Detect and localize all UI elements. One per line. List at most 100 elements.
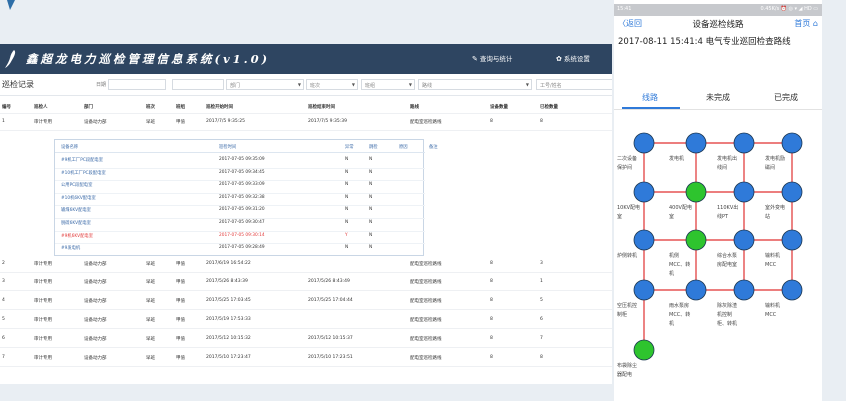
table-header-cell: 编号 — [2, 105, 11, 110]
table-cell: 配电室巡检路线 — [410, 337, 442, 342]
stats-menu-link[interactable]: ✎ 查询与统计 — [472, 53, 512, 63]
detail-inspect-time: 2017-07-05 09:32:38 — [219, 194, 265, 200]
detail-device-name[interactable]: 公用PC段配电室 — [61, 182, 92, 188]
table-cell: 7 — [2, 355, 5, 360]
table-cell: 配电室巡检路线 — [410, 318, 442, 323]
route-node[interactable] — [781, 229, 803, 251]
dept-select[interactable]: 部门 ▼ — [226, 79, 304, 90]
table-cell: 审计专用 — [34, 356, 52, 361]
route-node[interactable] — [633, 339, 655, 361]
route-node[interactable] — [685, 279, 707, 301]
route-select-placeholder: 路线 — [422, 83, 433, 89]
table-cell: 甲值 — [176, 356, 185, 361]
route-node-label: 布袋除尘器配电 — [617, 363, 638, 378]
shift-select-placeholder: 班次 — [310, 83, 321, 89]
detail-row[interactable]: #10机工厂PC段配电室 2017-07-05 09:34:45 N N — [55, 169, 425, 180]
screenshot-root: 鑫超龙电力巡检管理信息系统(v1.0) ✎ 查询与统计 ✿ 系统设置 巡检记录 日期… — [0, 0, 846, 401]
detail-device-name[interactable]: 脱硫6KV配电室 — [61, 220, 91, 226]
wrench-icon: ✎ — [472, 55, 478, 63]
detail-row[interactable]: 脱硫6KV配电室 2017-07-05 09:30:47 N N — [55, 219, 425, 230]
detail-skip-flag: N — [369, 232, 373, 238]
route-node[interactable] — [781, 279, 803, 301]
route-node[interactable] — [633, 279, 655, 301]
team-select[interactable]: 班组 ▼ — [361, 79, 415, 90]
detail-device-name[interactable]: 输煤6KV配电室 — [61, 207, 91, 213]
table-cell: 设备动力部 — [84, 280, 107, 285]
route-node[interactable] — [781, 132, 803, 154]
date-start-input[interactable] — [108, 79, 166, 90]
home-icon: ⌂ — [812, 19, 818, 28]
detail-row[interactable]: #9发电机 2017-07-05 09:28:49 N N — [55, 244, 425, 255]
table-row[interactable]: 5 审计专用 设备动力部 早班 甲值 2017/5/19 17:53:33 配电室巡检路线 8… — [0, 314, 612, 326]
table-cell: 配电室巡检路线 — [410, 262, 442, 267]
table-cell: 设备动力部 — [84, 299, 107, 304]
stats-menu-label: 查询与统计 — [479, 55, 513, 63]
date-filter-label: 日期 — [96, 82, 107, 88]
route-node[interactable] — [633, 181, 655, 203]
home-button[interactable]: 首页 ⌂ — [794, 18, 818, 29]
table-cell: 5 — [540, 298, 543, 303]
route-node[interactable] — [733, 132, 755, 154]
table-cell: 甲值 — [176, 337, 185, 342]
table-cell: 甲值 — [176, 262, 185, 267]
table-row[interactable]: 3 审计专用 设备动力部 早班 甲值 2017/5/26 8:43:39 2017/5/26… — [0, 276, 612, 288]
settings-menu-link[interactable]: ✿ 系统设置 — [556, 53, 590, 63]
detail-device-name[interactable]: #9发电机 — [61, 245, 80, 251]
route-node[interactable] — [733, 181, 755, 203]
detail-skip-flag: N — [369, 220, 373, 225]
route-node-label: 室外变电站 — [765, 205, 786, 220]
table-cell: 甲值 — [176, 280, 185, 285]
table-row[interactable]: 4 审计专用 设备动力部 早班 甲值 2017/5/25 17:03:45 2017/5/2… — [0, 295, 612, 307]
table-header-cell: 班次 — [146, 105, 155, 110]
detail-abnormal-flag: Y — [345, 232, 348, 238]
detail-row[interactable]: 输煤6KV配电室 2017-07-05 09:31:20 N N — [55, 206, 425, 217]
phone-tab[interactable]: 未完成 — [706, 92, 730, 103]
detail-skip-flag: N — [369, 157, 373, 162]
route-node-label: 110KV出线PT — [717, 205, 739, 220]
route-node[interactable] — [781, 181, 803, 203]
table-cell: 甲值 — [176, 120, 185, 125]
route-select[interactable]: 路线 ▼ — [418, 79, 532, 90]
phone-screen: 15:41 0.45K/s ⏰ ◎ ▾ ◢ HD ▭ 设备巡检线路 〈返回 首页… — [614, 0, 822, 401]
route-node[interactable] — [733, 279, 755, 301]
detail-header-cell: 设备名称 — [61, 145, 79, 150]
detail-abnormal-flag: N — [345, 245, 349, 251]
route-node[interactable] — [685, 229, 707, 251]
detail-row[interactable]: #9机工厂PC段配电室 2017-07-05 09:35:09 N N — [55, 156, 425, 167]
phone-tab[interactable]: 已完成 — [774, 92, 798, 103]
phone-tab[interactable]: 线路 — [642, 92, 658, 103]
table-header-cell: 班组 — [176, 105, 185, 110]
table-header-cell: 部门 — [84, 105, 93, 110]
route-node[interactable] — [685, 132, 707, 154]
worker-search-input[interactable]: 工号/姓名 — [536, 79, 612, 90]
table-cell: 配电室巡检路线 — [410, 299, 442, 304]
table-header-cell: 巡检开始时间 — [206, 105, 233, 110]
team-select-placeholder: 班组 — [365, 83, 376, 89]
detail-device-name[interactable]: #9机6KV配电室 — [61, 233, 93, 239]
table-header-cell: 巡检结束时间 — [308, 105, 335, 110]
table-cell: 2017/7/5 9:35:25 — [206, 119, 245, 124]
detail-device-name[interactable]: #10机工厂PC段配电室 — [61, 170, 106, 176]
table-row[interactable]: 6 审计专用 设备动力部 早班 甲值 2017/5/12 10:15:32 2017/5/1… — [0, 333, 612, 345]
date-end-input[interactable] — [172, 79, 224, 90]
table-header-cell: 路线 — [410, 105, 419, 110]
back-button[interactable]: 〈返回 — [618, 18, 642, 29]
detail-row[interactable]: 公用PC段配电室 2017-07-05 09:33:09 N N — [55, 181, 425, 192]
route-node[interactable] — [633, 229, 655, 251]
table-row[interactable]: 2 审计专用 设备动力部 早班 甲值 2017/6/19 16:54:22 配电室巡检路线 8… — [0, 258, 612, 270]
shift-select[interactable]: 班次 ▼ — [306, 79, 358, 90]
route-node[interactable] — [733, 229, 755, 251]
detail-inspect-time: 2017-07-05 09:30:14 — [219, 232, 265, 238]
route-node[interactable] — [685, 181, 707, 203]
table-row[interactable]: 1 审计专用 设备动力部 早班 甲值 2017/7/5 9:35:25 2017/7/5 9… — [0, 116, 612, 128]
route-node[interactable] — [633, 132, 655, 154]
detail-row[interactable]: #10机6KV配电室 2017-07-05 09:32:38 N N — [55, 194, 425, 205]
chevron-down-icon: ▼ — [525, 82, 529, 87]
table-row[interactable]: 7 审计专用 设备动力部 早班 甲值 2017/5/10 17:23:47 2017/5/1… — [0, 352, 612, 364]
table-cell: 6 — [2, 336, 5, 341]
table-cell: 2017/7/5 9:35:39 — [308, 119, 347, 124]
detail-device-name[interactable]: #9机工厂PC段配电室 — [61, 157, 103, 163]
detail-row[interactable]: #9机6KV配电室 2017-07-05 09:30:14 Y N — [55, 232, 425, 243]
detail-device-name[interactable]: #10机6KV配电室 — [61, 195, 96, 201]
route-node-label: 输料机MCC — [765, 253, 781, 268]
